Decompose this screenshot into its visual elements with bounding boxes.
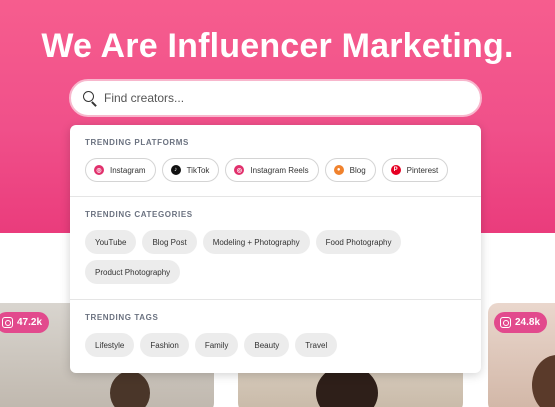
section-title: TRENDING PLATFORMS <box>85 138 189 147</box>
pinterest-icon: P <box>390 165 401 175</box>
chip-label: Instagram Reels <box>250 165 309 175</box>
tag-chip[interactable]: Beauty <box>244 333 290 357</box>
creator-photo <box>532 355 555 407</box>
chip-label: Pinterest <box>406 165 439 175</box>
follower-count: 47.2k <box>17 317 43 328</box>
follower-count-badge: 47.2k <box>0 312 50 333</box>
search-icon <box>83 90 98 107</box>
creator-photo <box>110 371 150 407</box>
category-chip[interactable]: Blog Post <box>142 230 197 254</box>
category-chip[interactable]: Product Photography <box>85 260 181 284</box>
instagram-reels-icon: ◎ <box>234 165 245 175</box>
instagram-icon: ◎ <box>94 165 104 175</box>
search-bar[interactable] <box>69 79 482 117</box>
category-chip[interactable]: YouTube <box>85 230 137 254</box>
chip-label: Blog <box>349 165 366 175</box>
platform-chip-pinterest[interactable]: P Pinterest <box>381 158 449 182</box>
instagram-icon <box>500 317 511 328</box>
platform-chip-instagram[interactable]: ◎ Instagram <box>85 158 156 182</box>
follower-count: 24.8k <box>515 317 541 328</box>
section-title: TRENDING CATEGORIES <box>85 210 193 219</box>
category-chip[interactable]: Food Photography <box>315 230 402 254</box>
tiktok-icon: ♪ <box>170 165 181 175</box>
instagram-icon <box>2 317 13 328</box>
blog-icon: ● <box>333 165 344 175</box>
platform-chip-blog[interactable]: ● Blog <box>324 158 376 182</box>
trending-categories-section: TRENDING CATEGORIES YouTube Blog Post Mo… <box>70 197 481 300</box>
chip-label: Instagram <box>110 165 146 175</box>
tag-chip[interactable]: Fashion <box>140 333 189 357</box>
tag-chip[interactable]: Travel <box>295 333 338 357</box>
trending-tags-section: TRENDING TAGS Lifestyle Fashion Family B… <box>70 300 481 373</box>
platform-chip-tiktok[interactable]: ♪ TikTok <box>161 158 220 182</box>
tag-chip[interactable]: Lifestyle <box>85 333 135 357</box>
search-suggestions-dropdown: TRENDING PLATFORMS ◎ Instagram ♪ TikTok … <box>70 125 481 373</box>
platform-chip-instagram-reels[interactable]: ◎ Instagram Reels <box>225 158 319 182</box>
category-chip[interactable]: Modeling + Photography <box>202 230 310 254</box>
section-title: TRENDING TAGS <box>85 313 159 322</box>
follower-count-badge: 24.8k <box>494 312 548 333</box>
tag-chip[interactable]: Family <box>194 333 239 357</box>
trending-platforms-section: TRENDING PLATFORMS ◎ Instagram ♪ TikTok … <box>70 125 481 197</box>
search-input[interactable] <box>104 91 464 105</box>
chip-label: TikTok <box>186 165 210 175</box>
page-headline: We Are Influencer Marketing. <box>41 27 514 65</box>
